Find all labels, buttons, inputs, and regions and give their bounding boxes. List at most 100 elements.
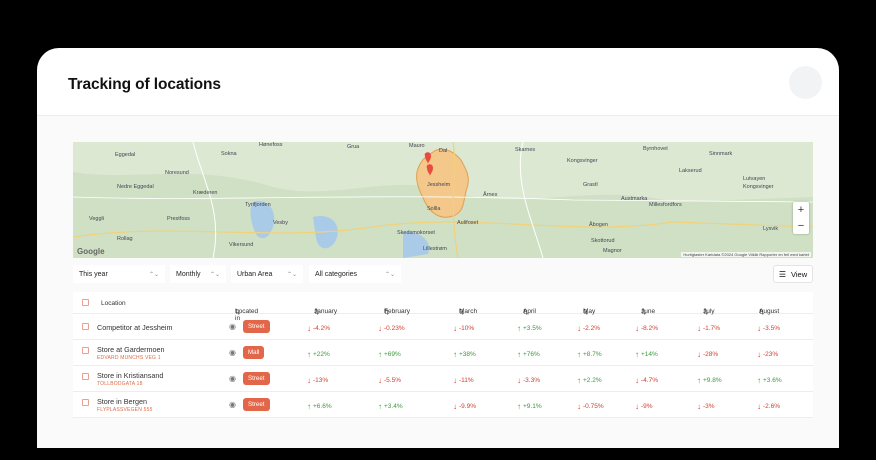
row-checkbox[interactable] — [82, 347, 89, 354]
table-row[interactable]: Store at Gardermoen EDVARD MUNCHS VEG 1 ◉ M… — [73, 340, 813, 366]
month-change: ↑ +2.2% — [577, 375, 602, 385]
map-label: Årnes — [483, 192, 498, 198]
arrow-up-icon: ↑ — [307, 349, 311, 359]
arrow-down-icon: ↓ — [453, 323, 457, 333]
period-label: This year — [79, 270, 108, 278]
change-value: +76% — [523, 351, 540, 358]
month-change: ↑ +9.8% — [697, 375, 722, 385]
month-change: ↓ -2.2% — [577, 323, 600, 333]
table-row[interactable]: Store in Bergen FLYPLASSVEGEN 555 ◉ Street ↑… — [73, 392, 813, 418]
map-label: Kongsvinger — [743, 184, 774, 190]
arrow-up-icon: ↑ — [517, 349, 521, 359]
change-value: -3% — [703, 403, 715, 410]
map-label: Skottorud — [591, 238, 615, 244]
month-change: ↓ -2.6% — [757, 401, 780, 411]
table-row[interactable]: Competitor at Jessheim ◉ Street ↓ -4.2% ↓ -0.2… — [73, 314, 813, 340]
map-label: Vesby — [273, 220, 288, 226]
select-all-checkbox[interactable] — [82, 299, 89, 306]
arrow-down-icon: ↓ — [757, 323, 761, 333]
arrow-down-icon: ↓ — [697, 323, 701, 333]
arrow-up-icon: ↑ — [757, 375, 761, 385]
change-value: +2.2% — [583, 377, 602, 384]
arrow-down-icon: ↓ — [577, 323, 581, 333]
change-value: +14% — [641, 351, 658, 358]
month-change: ↓ -23% — [757, 349, 778, 359]
categories-label: All categories — [315, 270, 358, 278]
change-value: +22% — [313, 351, 330, 358]
map-label: Skarnes — [515, 147, 536, 153]
change-value: -2.6% — [763, 403, 780, 410]
month-change: ↓ -10% — [453, 323, 474, 333]
chevron-down-icon: ⌃⌄ — [148, 271, 159, 278]
eye-icon[interactable]: ◉ — [229, 374, 236, 383]
location-address: TOLLBODGATA 18 — [97, 381, 143, 387]
month-change: ↑ +8.7% — [577, 349, 602, 359]
area-select[interactable]: Urban Area ⌃⌄ — [231, 265, 303, 283]
change-value: -5.5% — [384, 377, 401, 384]
map-label: Lutvayen — [743, 176, 766, 182]
map-label: Kongsvinger — [567, 158, 598, 164]
table-body: Competitor at Jessheim ◉ Street ↓ -4.2% ↓ -0.2… — [73, 314, 813, 418]
map-label: Lysvik — [763, 226, 779, 232]
month-change: ↑ +6.6% — [307, 401, 332, 411]
locations-table: Location Located in ⇅ January ⇅ February… — [73, 292, 813, 418]
categories-select[interactable]: All categories ⌃⌄ — [309, 265, 401, 283]
map-label: Lakserud — [679, 168, 702, 174]
map-label: Vikersund — [229, 242, 254, 248]
map-attribution[interactable]: Hurtigtaster Kartdata ©2024 Google Vilkå… — [681, 252, 811, 257]
change-value: +8.7% — [583, 351, 602, 358]
eye-icon[interactable]: ◉ — [229, 322, 236, 331]
arrow-down-icon: ↓ — [517, 375, 521, 385]
eye-icon[interactable]: ◉ — [229, 400, 236, 409]
month-change: ↑ +9.1% — [517, 401, 542, 411]
month-change: ↓ -11% — [453, 375, 474, 385]
month-change: ↓ -9% — [635, 401, 653, 411]
map-label: Mauro — [409, 143, 425, 149]
arrow-up-icon: ↑ — [517, 401, 521, 411]
eye-icon[interactable]: ◉ — [229, 348, 236, 357]
arrow-up-icon: ↑ — [517, 323, 521, 333]
zoom-in-button[interactable]: + — [793, 202, 809, 218]
table-row[interactable]: Store in Kristiansand TOLLBODGATA 18 ◉ Stre… — [73, 366, 813, 392]
map-label: Hønefoss — [259, 142, 283, 148]
map-label: Rollag — [117, 236, 133, 242]
arrow-up-icon: ↑ — [577, 375, 581, 385]
row-checkbox[interactable] — [82, 323, 89, 330]
interval-select[interactable]: Monthly ⌃⌄ — [170, 265, 226, 283]
month-change: ↑ +76% — [517, 349, 540, 359]
sliders-icon: ☰ — [778, 269, 787, 279]
view-label: View — [791, 269, 808, 279]
change-value: -9% — [641, 403, 653, 410]
located-in-badge: Mall — [243, 346, 265, 359]
change-value: -4.7% — [641, 377, 658, 384]
map-label: Åbogen — [589, 222, 608, 228]
period-select[interactable]: This year ⌃⌄ — [73, 265, 165, 283]
change-value: +38% — [459, 351, 476, 358]
month-change: ↑ +22% — [307, 349, 330, 359]
content-area: Eggedal Sokna Hønefoss Grua Mauro Dal Sk… — [37, 116, 839, 448]
month-change: ↓ -0.75% — [577, 401, 604, 411]
change-value: +69% — [384, 351, 401, 358]
map-label: Jessheim — [427, 182, 451, 188]
zoom-out-button[interactable]: − — [793, 218, 809, 234]
map[interactable]: Eggedal Sokna Hønefoss Grua Mauro Dal Sk… — [73, 142, 813, 258]
change-value: -4.2% — [313, 325, 330, 332]
change-value: -3.3% — [523, 377, 540, 384]
area-label: Urban Area — [237, 270, 273, 278]
month-change: ↓ -1.7% — [697, 323, 720, 333]
month-change: ↑ +69% — [378, 349, 401, 359]
row-checkbox[interactable] — [82, 373, 89, 380]
view-button[interactable]: ☰ View — [773, 265, 813, 283]
col-location[interactable]: Location — [101, 300, 126, 307]
arrow-down-icon: ↓ — [453, 401, 457, 411]
change-value: -3.5% — [763, 325, 780, 332]
avatar[interactable] — [789, 66, 822, 99]
map-canvas — [73, 142, 813, 258]
month-change: ↓ -3.3% — [517, 375, 540, 385]
map-label: Noresund — [165, 170, 189, 176]
row-checkbox[interactable] — [82, 399, 89, 406]
google-logo: Google — [77, 247, 105, 256]
located-in-badge: Street — [243, 372, 270, 385]
month-change: ↓ -9.9% — [453, 401, 476, 411]
month-change: ↓ -13% — [307, 375, 328, 385]
